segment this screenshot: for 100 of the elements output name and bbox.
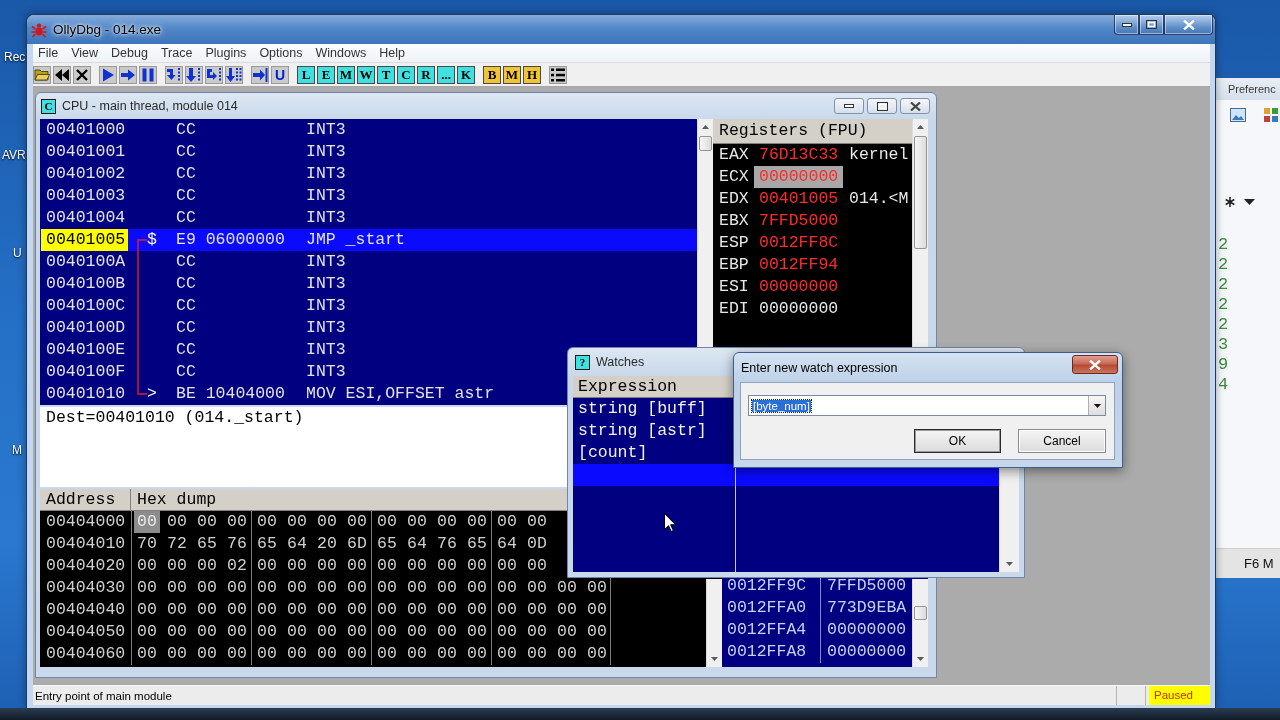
hex-byte[interactable]: 00 [374,621,400,643]
scroll-up-icon[interactable] [917,125,924,129]
hex-byte[interactable]: 00 [434,599,460,621]
menu-item[interactable]: Options [258,46,304,60]
scroll-down-icon[interactable] [711,657,718,661]
close-button[interactable] [1164,15,1213,35]
dialog-button[interactable]: OK [914,429,1001,453]
hex-byte[interactable]: 00 [524,643,550,665]
hex-byte[interactable]: 00 [224,599,250,621]
hex-byte[interactable]: 00 [344,577,370,599]
toolbar-button[interactable] [33,65,51,84]
hex-byte[interactable]: 00 [554,577,580,599]
hex-byte[interactable]: 00 [224,511,250,533]
hex-byte[interactable]: 00 [254,511,280,533]
hex-byte[interactable]: 00 [164,599,190,621]
expression-input[interactable]: [byte_num] [748,395,1106,416]
hex-byte[interactable]: 00 [134,555,160,577]
toolbar-button[interactable] [99,65,117,84]
hex-byte[interactable]: 00 [434,643,460,665]
toolbar-button[interactable]: E [317,65,335,84]
hex-byte[interactable]: 00 [404,621,430,643]
hex-byte[interactable]: 00 [344,643,370,665]
hex-byte[interactable]: 64 [284,533,310,555]
hex-byte[interactable]: 00 [314,599,340,621]
toolbar-button[interactable] [251,65,269,84]
hex-byte[interactable]: 00 [344,621,370,643]
selected-row[interactable]: 00401005 $ E9 06000000 JMP _start [40,229,697,251]
hex-byte[interactable]: 00 [344,599,370,621]
hex-byte[interactable]: 00 [164,577,190,599]
hex-byte[interactable]: 00 [344,511,370,533]
scrollbar[interactable] [706,579,722,667]
hex-byte[interactable]: 76 [224,533,250,555]
hex-byte[interactable]: 00 [224,577,250,599]
hex-byte[interactable]: 00 [404,555,430,577]
hex-byte[interactable]: 76 [434,533,460,555]
grid-icon[interactable] [1264,108,1278,122]
address-text[interactable]: 00401005 [41,229,128,251]
address-text[interactable]: 0040100F [41,361,128,383]
toolbar-button[interactable] [119,65,137,84]
desktop-icon-label[interactable]: AVR [2,148,26,162]
hex-byte[interactable]: 00 [494,599,520,621]
hex-byte[interactable]: 02 [224,555,250,577]
toolbar-button[interactable] [139,65,157,84]
asterisk-icon[interactable] [1225,197,1235,207]
hex-byte[interactable]: 00 [344,555,370,577]
hex-byte[interactable]: 00 [194,621,220,643]
toolbar-button[interactable] [53,65,71,84]
hex-byte[interactable]: 65 [464,533,490,555]
close-button[interactable] [1072,355,1118,374]
toolbar-button[interactable]: T [377,65,395,84]
hex-byte[interactable]: 00 [224,643,250,665]
hex-byte[interactable]: 20 [314,533,340,555]
menu-item[interactable]: Plugins [204,46,248,60]
hex-byte[interactable]: 00 [284,643,310,665]
toolbar-button[interactable]: C [397,65,415,84]
hex-byte[interactable]: 00 [524,555,550,577]
hex-byte[interactable]: 00 [404,511,430,533]
register-value[interactable]: 00000000 [754,298,844,320]
toolbar-button[interactable]: K [457,65,475,84]
address-text[interactable]: 0040100B [41,273,128,295]
hex-byte[interactable]: 00 [524,511,550,533]
hex-byte[interactable]: 00 [314,511,340,533]
address-text[interactable]: 0040100C [41,295,128,317]
hex-byte[interactable]: 65 [374,533,400,555]
hex-byte[interactable]: 00 [584,577,610,599]
register-value[interactable]: 00000000 [754,276,844,298]
hex-byte[interactable]: 00 [164,555,190,577]
hex-byte[interactable]: 00 [254,555,280,577]
hex-byte[interactable]: 00 [284,599,310,621]
hex-byte[interactable]: 00 [464,511,490,533]
hex-byte[interactable]: 00 [434,555,460,577]
hex-byte[interactable]: 0D [524,533,550,555]
hex-byte[interactable]: 00 [494,577,520,599]
hex-byte[interactable]: 00 [314,643,340,665]
hex-byte[interactable]: 00 [464,599,490,621]
hex-byte[interactable]: 00 [464,555,490,577]
register-value[interactable]: 00401005 [754,188,844,210]
hex-byte[interactable]: 00 [554,621,580,643]
hex-byte[interactable]: 00 [134,599,160,621]
scroll-down-icon[interactable] [1006,562,1013,566]
hex-byte[interactable]: 00 [404,577,430,599]
picture-icon[interactable] [1230,108,1246,122]
hex-byte[interactable]: 00 [164,511,190,533]
hex-byte[interactable]: 00 [524,621,550,643]
hex-byte[interactable]: 00 [254,599,280,621]
toolbar-button[interactable]: B [483,65,501,84]
hex-byte[interactable]: 00 [284,511,310,533]
hex-byte[interactable]: 00 [314,577,340,599]
hex-byte[interactable]: 00 [134,621,160,643]
hex-byte[interactable]: 00 [164,621,190,643]
dropdown-arrow-icon[interactable] [1093,403,1101,408]
menu-item[interactable]: Debug [110,46,149,60]
menu-item[interactable]: File [37,46,60,60]
toolbar-button[interactable]: R [417,65,435,84]
toolbar-button[interactable]: ... [437,65,455,84]
toolbar-button[interactable]: M [503,65,521,84]
scrollbar[interactable] [912,119,928,347]
hex-byte[interactable]: 00 [224,621,250,643]
scrollbar[interactable] [697,119,713,347]
scrollbar[interactable] [912,579,928,667]
